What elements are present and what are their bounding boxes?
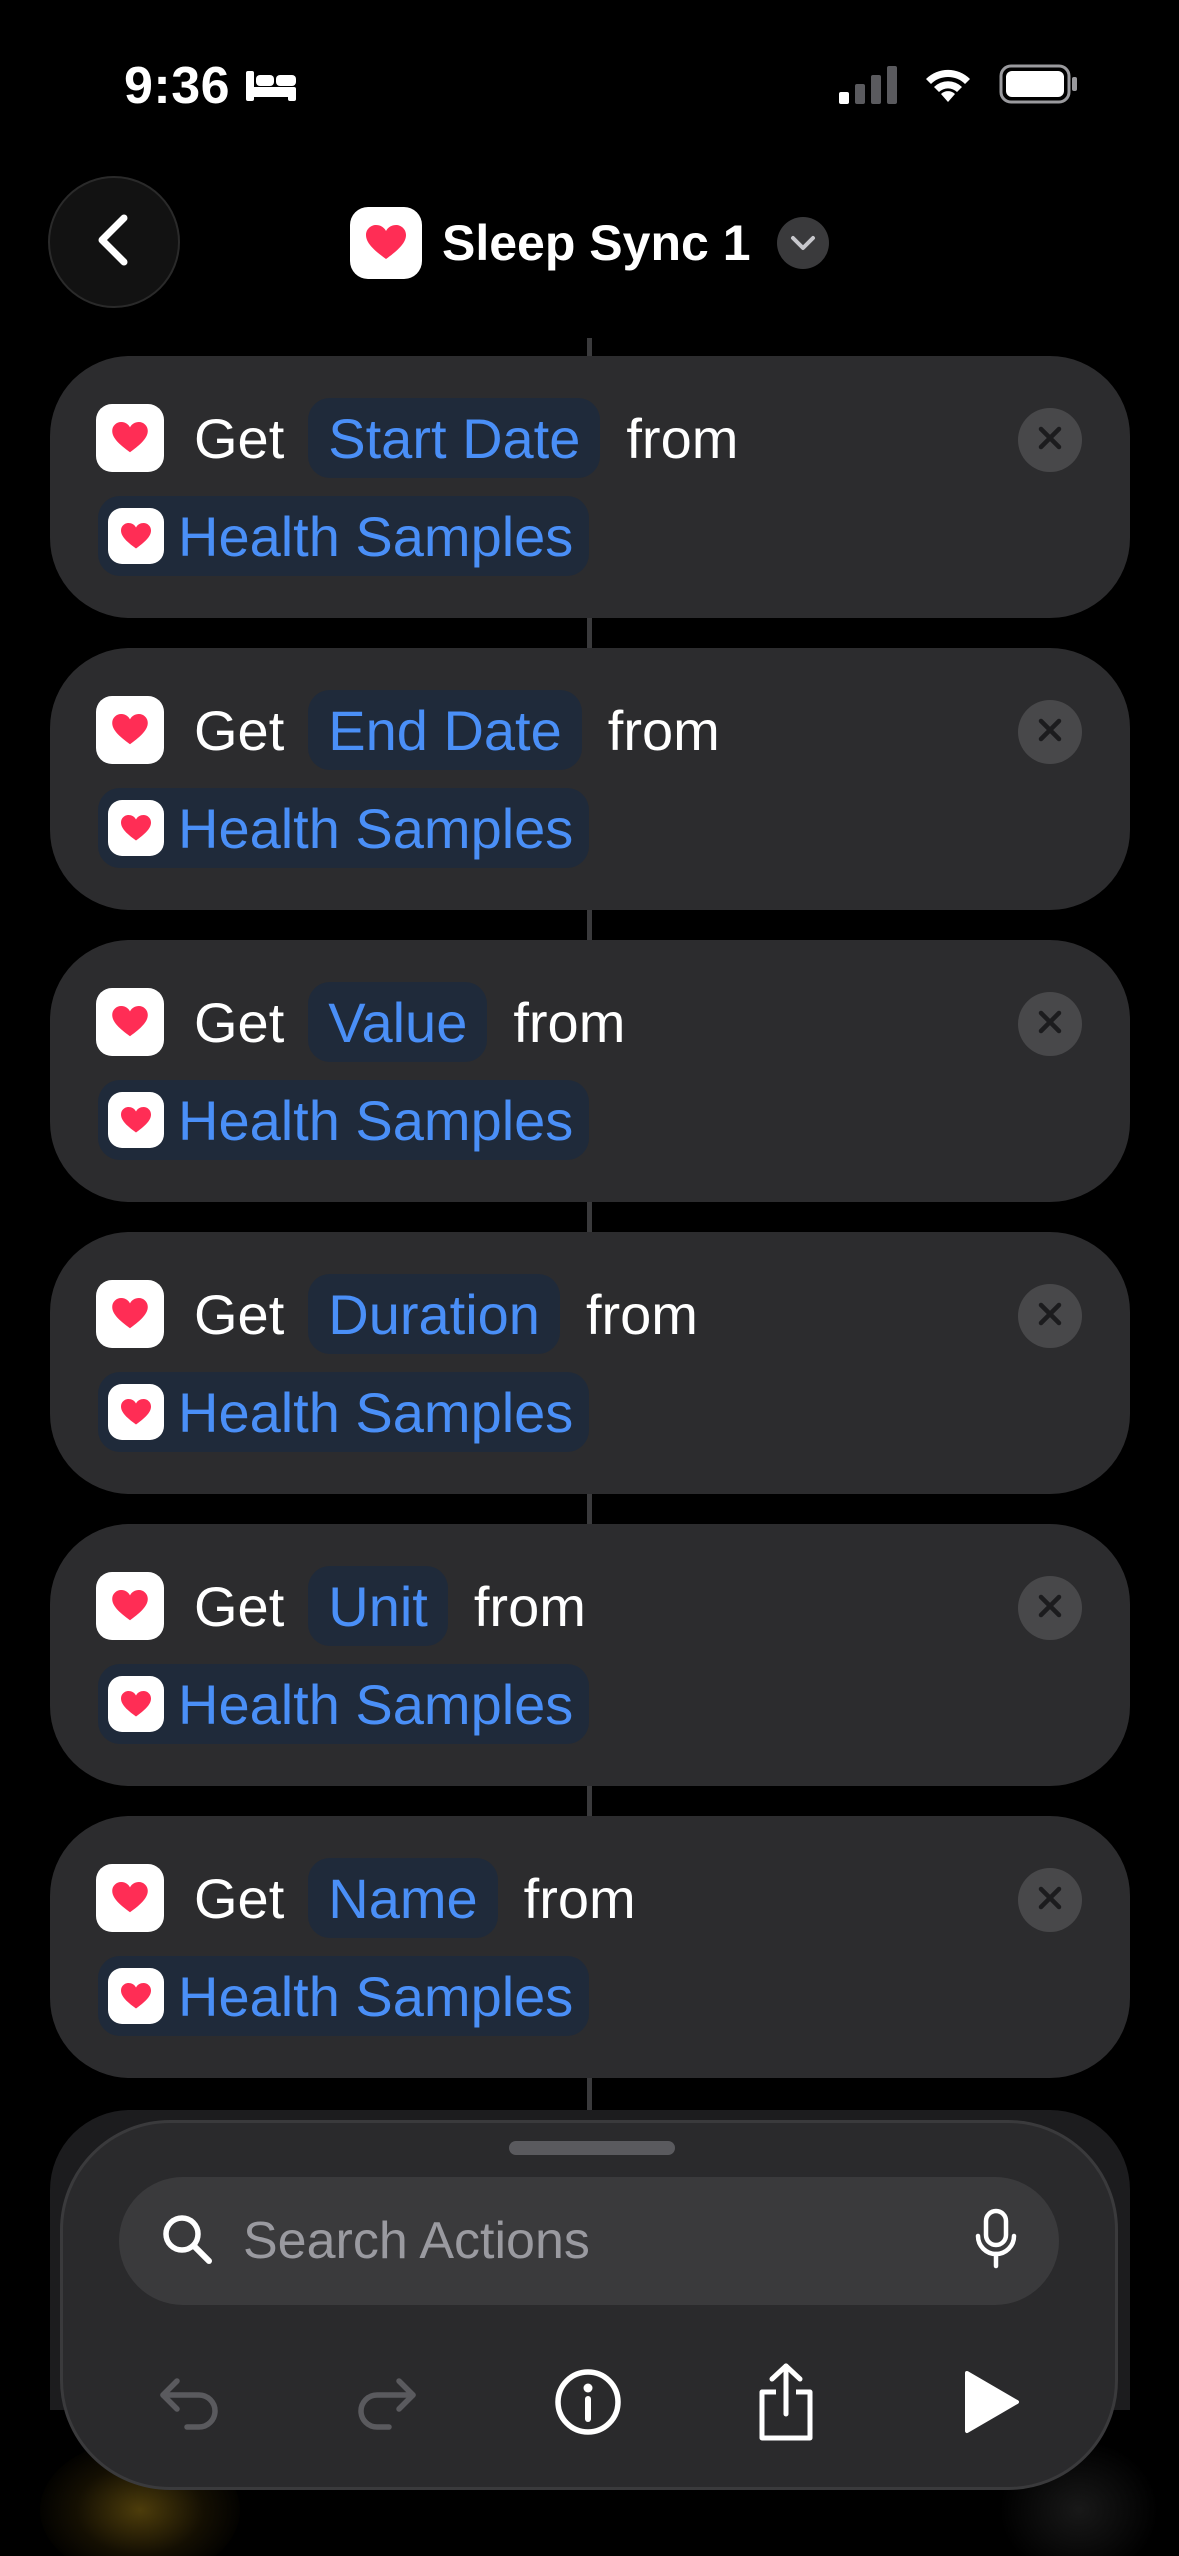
action-verb: Get bbox=[194, 1574, 285, 1638]
info-button[interactable] bbox=[533, 2349, 643, 2459]
variable-label: Health Samples bbox=[178, 1672, 574, 1736]
health-heart-icon bbox=[108, 800, 164, 856]
cellular-signal-icon bbox=[839, 64, 897, 109]
play-icon bbox=[959, 2369, 1021, 2440]
sheet-grabber[interactable] bbox=[509, 2141, 675, 2155]
battery-icon bbox=[999, 64, 1079, 109]
health-heart-icon bbox=[350, 207, 422, 279]
action-verb: Get bbox=[194, 990, 285, 1054]
health-heart-icon bbox=[96, 1864, 164, 1932]
share-button[interactable] bbox=[731, 2349, 841, 2459]
health-heart-icon bbox=[96, 988, 164, 1056]
property-token[interactable]: Value bbox=[308, 982, 488, 1062]
flow-connector bbox=[587, 1202, 592, 1232]
variable-label: Health Samples bbox=[178, 1380, 574, 1444]
variable-label: Health Samples bbox=[178, 504, 574, 568]
property-token[interactable]: Duration bbox=[308, 1274, 560, 1354]
variable-token[interactable]: Health Samples bbox=[98, 496, 590, 576]
search-placeholder: Search Actions bbox=[243, 2212, 590, 2270]
shortcut-title-menu[interactable]: Sleep Sync 1 bbox=[350, 206, 829, 280]
status-time: 9:36 bbox=[124, 57, 231, 115]
redo-icon bbox=[353, 2373, 419, 2436]
variable-label: Health Samples bbox=[178, 796, 574, 860]
remove-action-button[interactable] bbox=[1018, 1576, 1082, 1640]
action-from-label: from bbox=[473, 1574, 586, 1638]
health-heart-icon bbox=[108, 1092, 164, 1148]
microphone-icon[interactable] bbox=[973, 2208, 1019, 2275]
search-icon bbox=[159, 2211, 215, 2272]
remove-action-button[interactable] bbox=[1018, 992, 1082, 1056]
page-title: Sleep Sync 1 bbox=[442, 215, 751, 271]
property-token[interactable]: End Date bbox=[308, 690, 582, 770]
variable-label: Health Samples bbox=[178, 1964, 574, 2028]
action-from-label: from bbox=[585, 1282, 698, 1346]
redo-button[interactable] bbox=[331, 2349, 441, 2459]
shortcut-editor-screen: 9:36 Sleep Sync 1 Get Start Date from He… bbox=[0, 0, 1179, 2556]
close-icon bbox=[1036, 424, 1064, 457]
status-indicators bbox=[839, 64, 1079, 109]
flow-connector bbox=[587, 910, 592, 940]
status-time-group: 9:36 bbox=[124, 56, 298, 116]
flow-connector bbox=[587, 338, 592, 356]
health-heart-icon bbox=[108, 508, 164, 564]
action-get-unit[interactable]: Get Unit from Health Samples bbox=[50, 1524, 1130, 1786]
health-heart-icon bbox=[96, 696, 164, 764]
bed-icon bbox=[244, 56, 298, 116]
status-bar: 9:36 bbox=[0, 0, 1179, 160]
editor-toolbar bbox=[63, 2349, 1121, 2459]
health-heart-icon bbox=[108, 1676, 164, 1732]
flow-connector bbox=[587, 1494, 592, 1524]
flow-connector bbox=[587, 1786, 592, 1816]
variable-label: Health Samples bbox=[178, 1088, 574, 1152]
action-get-start-date[interactable]: Get Start Date from Health Samples bbox=[50, 356, 1130, 618]
health-heart-icon bbox=[96, 404, 164, 472]
variable-token[interactable]: Health Samples bbox=[98, 1080, 590, 1160]
undo-icon bbox=[157, 2373, 223, 2436]
variable-token[interactable]: Health Samples bbox=[98, 1372, 590, 1452]
action-get-name[interactable]: Get Name from Health Samples bbox=[50, 1816, 1130, 2078]
chevron-down-icon bbox=[776, 217, 829, 269]
action-get-end-date[interactable]: Get End Date from Health Samples bbox=[50, 648, 1130, 910]
property-token[interactable]: Unit bbox=[308, 1566, 448, 1646]
action-verb: Get bbox=[194, 406, 285, 470]
action-verb: Get bbox=[194, 698, 285, 762]
remove-action-button[interactable] bbox=[1018, 1284, 1082, 1348]
health-heart-icon bbox=[108, 1968, 164, 2024]
action-search-sheet[interactable]: Search Actions bbox=[60, 2120, 1118, 2490]
variable-token[interactable]: Health Samples bbox=[98, 788, 590, 868]
share-icon bbox=[754, 2362, 818, 2447]
health-heart-icon bbox=[96, 1572, 164, 1640]
undo-button[interactable] bbox=[135, 2349, 245, 2459]
flow-connector bbox=[587, 618, 592, 648]
back-button[interactable] bbox=[48, 176, 180, 308]
close-icon bbox=[1036, 1592, 1064, 1625]
health-heart-icon bbox=[96, 1280, 164, 1348]
property-token[interactable]: Name bbox=[308, 1858, 498, 1938]
action-get-duration[interactable]: Get Duration from Health Samples bbox=[50, 1232, 1130, 1494]
action-from-label: from bbox=[513, 990, 626, 1054]
action-from-label: from bbox=[626, 406, 739, 470]
close-icon bbox=[1036, 1008, 1064, 1041]
close-icon bbox=[1036, 1300, 1064, 1333]
property-token[interactable]: Start Date bbox=[308, 398, 601, 478]
action-verb: Get bbox=[194, 1282, 285, 1346]
wifi-icon bbox=[921, 64, 975, 109]
info-icon bbox=[553, 2367, 623, 2442]
action-verb: Get bbox=[194, 1866, 285, 1930]
action-get-value[interactable]: Get Value from Health Samples bbox=[50, 940, 1130, 1202]
action-from-label: from bbox=[607, 698, 720, 762]
action-from-label: from bbox=[523, 1866, 636, 1930]
chevron-left-icon bbox=[90, 210, 138, 275]
variable-token[interactable]: Health Samples bbox=[98, 1956, 590, 2036]
remove-action-button[interactable] bbox=[1018, 1868, 1082, 1932]
search-input[interactable]: Search Actions bbox=[119, 2177, 1059, 2305]
remove-action-button[interactable] bbox=[1018, 408, 1082, 472]
variable-token[interactable]: Health Samples bbox=[98, 1664, 590, 1744]
health-heart-icon bbox=[108, 1384, 164, 1440]
close-icon bbox=[1036, 716, 1064, 749]
run-shortcut-button[interactable] bbox=[935, 2349, 1045, 2459]
close-icon bbox=[1036, 1884, 1064, 1917]
remove-action-button[interactable] bbox=[1018, 700, 1082, 764]
